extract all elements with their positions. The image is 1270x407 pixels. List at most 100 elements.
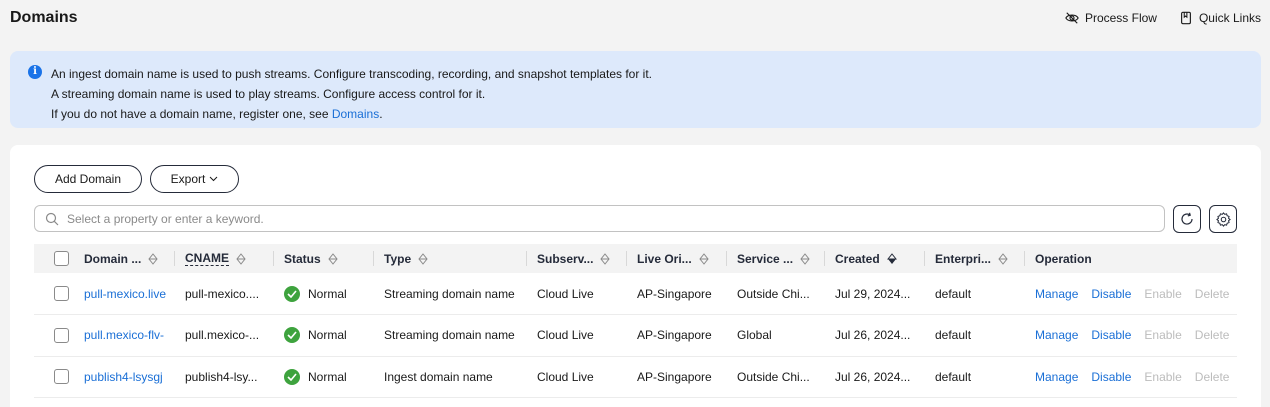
origin-cell: AP-Singapore bbox=[627, 314, 727, 357]
domain-list-card: Add Domain Export Domain ... CNAME Statu… bbox=[10, 145, 1261, 407]
col-type[interactable]: Type bbox=[374, 244, 527, 273]
status-text: Normal bbox=[308, 328, 347, 343]
created-cell: Jul 26, 2024... bbox=[825, 314, 925, 357]
subservice-cell: Cloud Live bbox=[527, 314, 627, 357]
col-domain-label: Domain ... bbox=[84, 251, 142, 266]
enterprise-cell: default bbox=[925, 314, 1025, 357]
page-title: Domains bbox=[10, 9, 78, 26]
enable-link: Enable bbox=[1144, 328, 1182, 343]
row-checkbox[interactable] bbox=[54, 327, 69, 343]
col-service[interactable]: Service ... bbox=[727, 244, 825, 273]
sort-icon bbox=[328, 252, 338, 265]
origin-cell: AP-Singapore bbox=[627, 273, 727, 315]
process-flow-label: Process Flow bbox=[1084, 11, 1157, 25]
refresh-icon bbox=[1181, 212, 1193, 225]
cname-cell: pull.mexico-... bbox=[175, 314, 274, 357]
delete-link: Delete bbox=[1194, 286, 1230, 301]
eye-icon bbox=[1065, 12, 1079, 24]
sort-icon bbox=[418, 252, 428, 265]
sort-icon bbox=[600, 252, 611, 265]
type-cell: Streaming domain name bbox=[374, 273, 527, 315]
refresh-button[interactable] bbox=[1173, 205, 1201, 233]
col-operation: Operation bbox=[1025, 244, 1237, 273]
domain-link[interactable]: publish4-lsysgj bbox=[74, 356, 175, 398]
chevron-down-icon bbox=[209, 176, 218, 182]
col-created[interactable]: Created bbox=[825, 244, 925, 273]
quick-links-label: Quick Links bbox=[1198, 11, 1261, 25]
export-button[interactable]: Export bbox=[150, 165, 239, 193]
table-header: Domain ... CNAME Status Type Subserv... … bbox=[34, 244, 1237, 273]
notice-line-3: If you do not have a domain name, regist… bbox=[51, 104, 1261, 124]
operation-cell: Manage Disable Enable Delete bbox=[1025, 356, 1237, 398]
col-status[interactable]: Status bbox=[274, 244, 374, 273]
created-cell: Jul 29, 2024... bbox=[825, 273, 925, 315]
table-row: publish4-lsysgj publish4-lsy... Normal I… bbox=[34, 356, 1237, 398]
status-cell: Normal bbox=[274, 273, 374, 315]
search-input[interactable] bbox=[67, 211, 1067, 226]
col-operation-label: Operation bbox=[1035, 251, 1092, 266]
add-domain-button[interactable]: Add Domain bbox=[34, 165, 142, 193]
select-all-cell bbox=[34, 244, 74, 273]
process-flow-link[interactable]: Process Flow bbox=[1065, 11, 1157, 25]
check-circle-icon bbox=[284, 285, 300, 302]
export-label: Export bbox=[170, 172, 206, 186]
settings-button[interactable] bbox=[1209, 205, 1237, 233]
cname-cell: pull-mexico.... bbox=[175, 273, 274, 315]
operation-cell: Manage Disable Enable Delete bbox=[1025, 273, 1237, 315]
col-enterprise-label: Enterpri... bbox=[935, 251, 992, 266]
status-text: Normal bbox=[308, 286, 347, 301]
col-live-origin[interactable]: Live Ori... bbox=[627, 244, 727, 273]
row-checkbox[interactable] bbox=[54, 286, 69, 302]
subservice-cell: Cloud Live bbox=[527, 356, 627, 398]
col-subservice-label: Subserv... bbox=[537, 251, 594, 266]
domain-link[interactable]: pull-mexico.live bbox=[74, 273, 175, 315]
col-cname[interactable]: CNAME bbox=[175, 244, 274, 273]
disable-link[interactable]: Disable bbox=[1091, 370, 1131, 384]
status-cell: Normal bbox=[274, 356, 374, 398]
enterprise-cell: default bbox=[925, 273, 1025, 315]
manage-link[interactable]: Manage bbox=[1035, 287, 1078, 301]
quick-links-link[interactable]: Quick Links bbox=[1179, 11, 1261, 25]
delete-link: Delete bbox=[1194, 328, 1230, 343]
type-cell: Streaming domain name bbox=[374, 314, 527, 357]
cname-cell: publish4-lsy... bbox=[175, 356, 274, 398]
row-checkbox[interactable] bbox=[54, 369, 69, 385]
service-cell: Outside Chi... bbox=[727, 273, 825, 315]
sort-icon bbox=[148, 252, 158, 265]
notice-line-2: A streaming domain name is used to play … bbox=[51, 87, 486, 101]
enterprise-cell: default bbox=[925, 356, 1025, 398]
sort-desc-icon bbox=[886, 252, 897, 264]
add-domain-label: Add Domain bbox=[54, 172, 122, 186]
disable-link[interactable]: Disable bbox=[1091, 287, 1131, 301]
service-cell: Global bbox=[727, 314, 825, 357]
manage-link[interactable]: Manage bbox=[1035, 328, 1078, 342]
delete-link: Delete bbox=[1194, 369, 1230, 384]
col-subservice[interactable]: Subserv... bbox=[527, 244, 627, 273]
check-circle-icon bbox=[284, 368, 300, 385]
bookmark-icon bbox=[1181, 11, 1191, 25]
notice-line-1: An ingest domain name is used to push st… bbox=[51, 67, 652, 81]
sort-icon bbox=[699, 252, 709, 265]
operation-cell: Manage Disable Enable Delete bbox=[1025, 314, 1237, 357]
select-all-checkbox[interactable] bbox=[54, 251, 69, 267]
gear-icon bbox=[1215, 211, 1231, 227]
disable-link[interactable]: Disable bbox=[1091, 328, 1131, 342]
col-status-label: Status bbox=[284, 251, 321, 266]
sort-icon bbox=[998, 252, 1008, 265]
info-icon: i bbox=[28, 65, 42, 79]
domain-link[interactable]: pull.mexico-flv- bbox=[74, 314, 175, 357]
table-row: pull.mexico-flv- pull.mexico-... Normal … bbox=[34, 314, 1237, 357]
col-enterprise[interactable]: Enterpri... bbox=[925, 244, 1025, 273]
enable-link: Enable bbox=[1144, 369, 1182, 384]
type-cell: Ingest domain name bbox=[374, 356, 527, 398]
col-live-origin-label: Live Ori... bbox=[637, 251, 692, 266]
manage-link[interactable]: Manage bbox=[1035, 370, 1078, 384]
origin-cell: AP-Singapore bbox=[627, 356, 727, 398]
top-links: Process Flow Quick Links bbox=[1065, 11, 1261, 25]
search-bar[interactable] bbox=[34, 205, 1165, 232]
col-domain[interactable]: Domain ... bbox=[74, 244, 175, 273]
domains-link[interactable]: Domains bbox=[332, 107, 379, 121]
col-created-label: Created bbox=[835, 251, 880, 266]
sort-icon bbox=[800, 252, 810, 265]
status-cell: Normal bbox=[274, 314, 374, 357]
